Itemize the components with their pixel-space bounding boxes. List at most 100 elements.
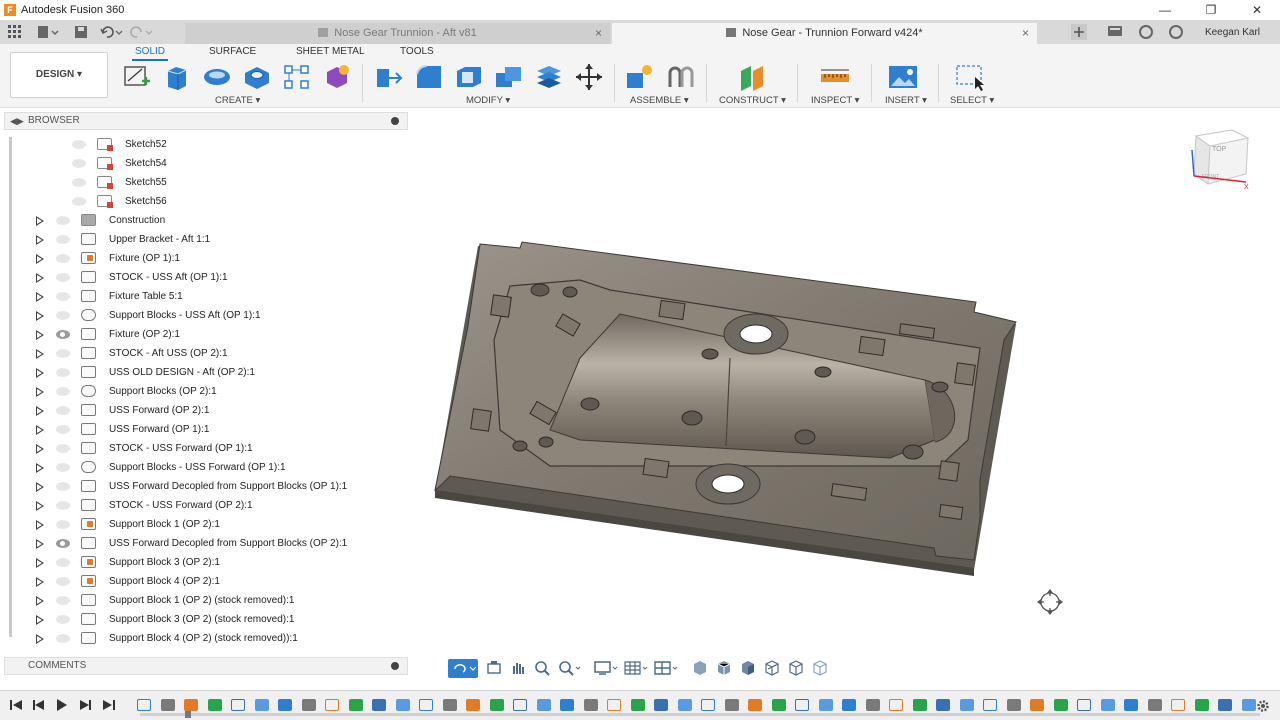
timeline-feature-icon[interactable] (818, 699, 833, 711)
browser-item[interactable]: Upper Bracket - Aft 1:1 (36, 231, 396, 249)
timeline-feature-icon[interactable] (724, 699, 739, 711)
workspace-switcher-button[interactable]: DESIGN ▾ (10, 52, 108, 98)
select-face-cube-icon[interactable] (740, 660, 756, 676)
timeline-feature-icon[interactable] (254, 699, 269, 711)
expand-arrow-icon[interactable] (36, 311, 44, 321)
timeline-feature-icon[interactable] (983, 699, 997, 711)
timeline-feature-icon[interactable] (630, 699, 645, 711)
timeline-feature-icon[interactable] (489, 699, 504, 711)
tab-tools[interactable]: TOOLS (400, 46, 434, 60)
expand-arrow-icon[interactable] (36, 292, 44, 302)
browser-item[interactable]: Support Blocks - USS Aft (OP 1):1 (36, 307, 396, 325)
construct-menu[interactable]: CONSTRUCT ▾ (719, 95, 786, 106)
expand-arrow-icon[interactable] (36, 444, 44, 454)
timeline-feature-icon[interactable] (1218, 699, 1232, 711)
expand-arrow-icon[interactable] (36, 425, 44, 435)
timeline-feature-icon[interactable] (1124, 699, 1138, 711)
select-wire-cube-icon[interactable] (812, 660, 828, 676)
timeline-feature-icon[interactable] (137, 699, 151, 711)
visibility-eye-icon[interactable] (72, 197, 86, 206)
orbit-tool-icon[interactable] (448, 658, 478, 678)
timeline-feature-icon[interactable] (842, 699, 856, 711)
tab-nose-gear-trunnion-aft[interactable]: Nose Gear Trunnion - Aft v81 × (185, 23, 610, 44)
select-vertex-cube-icon[interactable] (788, 660, 804, 676)
browser-item[interactable]: Construction (36, 212, 396, 230)
help-icon[interactable] (1168, 25, 1183, 39)
timeline-feature-icon[interactable] (348, 699, 363, 711)
browser-panel-header[interactable]: ◀▶ BROWSER (4, 112, 408, 130)
timeline-feature-icon[interactable] (889, 699, 903, 711)
timeline-feature-icon[interactable] (442, 699, 457, 711)
expand-arrow-icon[interactable] (36, 406, 44, 416)
browser-item[interactable]: Support Blocks - USS Forward (OP 1):1 (36, 459, 396, 477)
close-tab-icon[interactable]: × (595, 23, 602, 44)
expand-arrow-icon[interactable] (36, 254, 44, 264)
fillet-icon[interactable] (414, 63, 444, 91)
expand-arrow-icon[interactable] (36, 330, 44, 340)
new-component-icon[interactable] (625, 63, 655, 91)
pattern-icon[interactable] (282, 63, 312, 91)
browser-pin-icon[interactable] (391, 117, 399, 125)
notifications-icon[interactable] (1107, 25, 1123, 39)
collapse-arrows-icon[interactable]: ◀▶ (10, 113, 24, 129)
expand-arrow-icon[interactable] (36, 463, 44, 473)
timeline-feature-icon[interactable] (654, 699, 668, 711)
timeline-feature-icon[interactable] (771, 699, 786, 711)
browser-item[interactable]: STOCK - USS Aft (OP 1):1 (36, 269, 396, 287)
timeline-feature-icon[interactable] (301, 699, 316, 711)
measure-icon[interactable] (820, 63, 850, 91)
visibility-eye-icon[interactable] (56, 539, 70, 548)
timeline-feature-icon[interactable] (1100, 699, 1115, 711)
timeline-feature-icon[interactable] (560, 699, 574, 711)
visibility-eye-icon[interactable] (56, 254, 70, 263)
timeline-feature-icon[interactable] (1147, 699, 1162, 711)
timeline-feature-icon[interactable] (677, 699, 692, 711)
timeline-feature-icon[interactable] (536, 699, 551, 711)
timeline-feature-icon[interactable] (1006, 699, 1021, 711)
expand-arrow-icon[interactable] (36, 596, 44, 606)
timeline-feature-icon[interactable] (795, 699, 809, 711)
joint-icon[interactable] (666, 63, 696, 91)
browser-item[interactable]: Fixture Table 5:1 (36, 288, 396, 306)
timeline-feature-icon[interactable] (1053, 699, 1068, 711)
expand-arrow-icon[interactable] (36, 368, 44, 378)
browser-item[interactable]: Sketch55 (72, 174, 432, 192)
expand-arrow-icon[interactable] (36, 235, 44, 245)
visibility-eye-icon[interactable] (56, 501, 70, 510)
timeline-go-to-start-icon[interactable] (10, 699, 22, 711)
comments-pin-icon[interactable] (391, 662, 399, 670)
revolve-icon[interactable] (202, 63, 232, 91)
timeline-step-forward-icon[interactable] (79, 699, 91, 711)
browser-item[interactable]: Sketch54 (72, 155, 432, 173)
visibility-eye-icon[interactable] (56, 444, 70, 453)
inspect-menu[interactable]: INSPECT ▾ (811, 95, 859, 106)
visibility-eye-icon[interactable] (56, 330, 70, 339)
visibility-eye-icon[interactable] (56, 482, 70, 491)
viewports-icon[interactable] (654, 660, 680, 676)
visibility-eye-icon[interactable] (56, 406, 70, 415)
combine-icon[interactable] (494, 63, 524, 91)
timeline-feature-icon[interactable] (583, 699, 598, 711)
visibility-eye-icon[interactable] (56, 425, 70, 434)
timeline-marker[interactable] (185, 711, 191, 718)
visibility-eye-icon[interactable] (56, 520, 70, 529)
expand-arrow-icon[interactable] (36, 634, 44, 644)
visibility-eye-icon[interactable] (72, 159, 86, 168)
visibility-eye-icon[interactable] (56, 577, 70, 586)
shell-icon[interactable] (454, 63, 484, 91)
timeline-feature-icon[interactable] (419, 699, 433, 711)
timeline-feature-icon[interactable] (207, 699, 222, 711)
view-cube[interactable]: TOP FRONT X (1188, 126, 1250, 192)
user-name[interactable]: Keegan Karl (1205, 27, 1260, 38)
expand-arrow-icon[interactable] (36, 273, 44, 283)
timeline-feature-icon[interactable] (1241, 699, 1256, 711)
press-pull-icon[interactable] (374, 63, 404, 91)
fit-zoom-icon[interactable] (558, 660, 582, 676)
visibility-eye-icon[interactable] (56, 311, 70, 320)
browser-scrollbar[interactable] (9, 137, 12, 637)
timeline-feature-icon[interactable] (466, 699, 480, 711)
timeline-feature-icon[interactable] (372, 699, 386, 711)
data-panel-grid-icon[interactable] (8, 25, 22, 39)
visibility-eye-icon[interactable] (56, 558, 70, 567)
timeline-feature-icon[interactable] (607, 699, 621, 711)
